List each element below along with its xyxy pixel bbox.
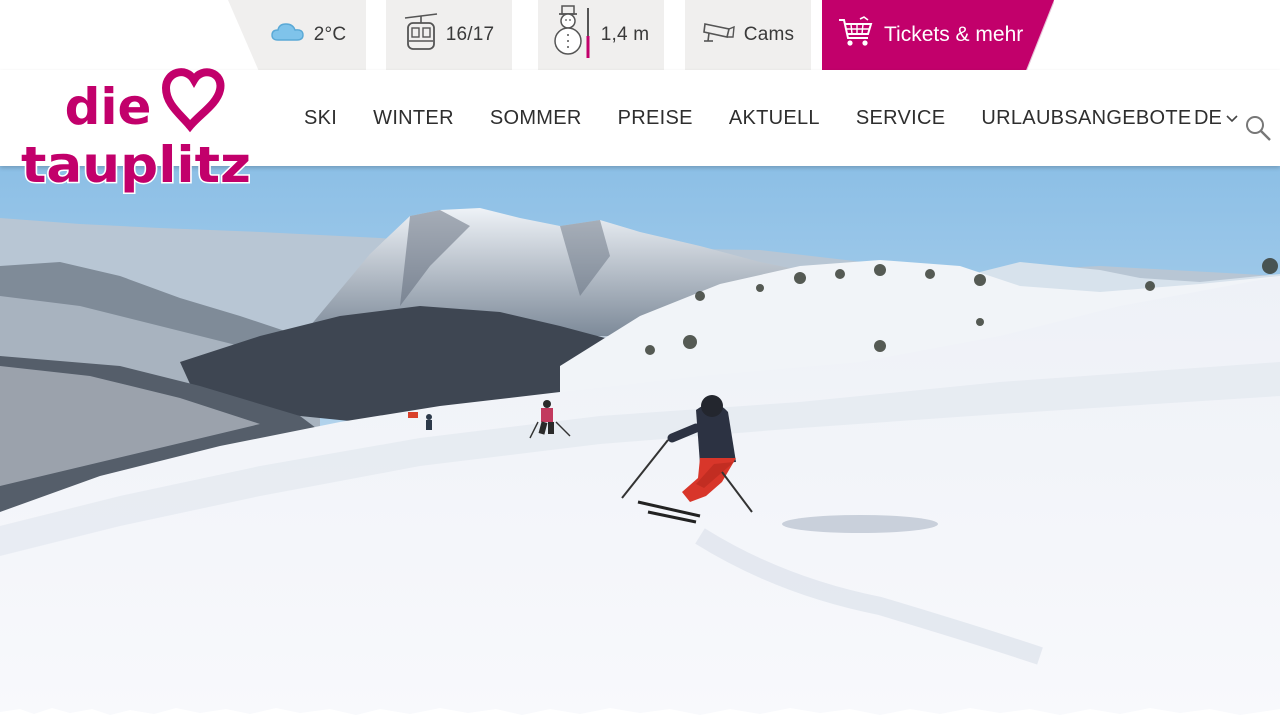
search-icon[interactable] bbox=[1244, 114, 1272, 142]
ski-slope-scene bbox=[0, 166, 1280, 720]
hero-image bbox=[0, 166, 1280, 720]
main-navigation: SKI WINTER SOMMER PREISE AKTUELL SERVICE… bbox=[286, 70, 1210, 166]
lifts-open-value: 16/17 bbox=[445, 24, 495, 45]
nav-item-sommer[interactable]: SOMMER bbox=[472, 107, 600, 130]
info-bar: 2°C 16/17 1,4 m Cams Tickets & mehr bbox=[228, 0, 1058, 70]
nav-item-winter[interactable]: WINTER bbox=[355, 107, 472, 130]
logo-text-tauplitz: tauplitz bbox=[21, 136, 251, 194]
snow-depth-value: 1,4 m bbox=[600, 24, 650, 45]
logo-text-die: die bbox=[65, 78, 152, 136]
temperature-value: 2°C bbox=[313, 24, 347, 45]
snow-depth-widget[interactable]: 1,4 m bbox=[538, 0, 664, 70]
cams-label: Cams bbox=[743, 24, 795, 45]
nav-item-service[interactable]: SERVICE bbox=[838, 107, 964, 130]
nav-item-urlaubsangebote[interactable]: URLAUBSANGEBOTE bbox=[963, 107, 1209, 130]
language-selector[interactable]: DE bbox=[1194, 70, 1238, 166]
webcams-link[interactable]: Cams bbox=[685, 0, 811, 70]
tickets-button[interactable]: Tickets & mehr bbox=[822, 0, 1054, 70]
gondola-icon bbox=[404, 12, 438, 58]
nav-item-aktuell[interactable]: AKTUELL bbox=[711, 107, 838, 130]
heart-icon bbox=[161, 68, 225, 133]
brand-logo[interactable]: die tauplitz bbox=[20, 66, 260, 198]
lifts-widget[interactable]: 16/17 bbox=[386, 0, 512, 70]
skier-far bbox=[426, 414, 432, 430]
weather-widget[interactable]: 2°C bbox=[228, 0, 366, 70]
shopping-cart-icon bbox=[838, 16, 874, 54]
nav-item-preise[interactable]: PREISE bbox=[600, 107, 711, 130]
camera-icon bbox=[702, 19, 736, 51]
language-label: DE bbox=[1194, 106, 1222, 129]
snowman-icon bbox=[553, 4, 593, 66]
cloud-icon bbox=[270, 20, 306, 50]
nav-item-ski[interactable]: SKI bbox=[286, 107, 355, 130]
chevron-down-icon bbox=[1226, 107, 1238, 130]
tickets-label: Tickets & mehr bbox=[884, 23, 1024, 46]
